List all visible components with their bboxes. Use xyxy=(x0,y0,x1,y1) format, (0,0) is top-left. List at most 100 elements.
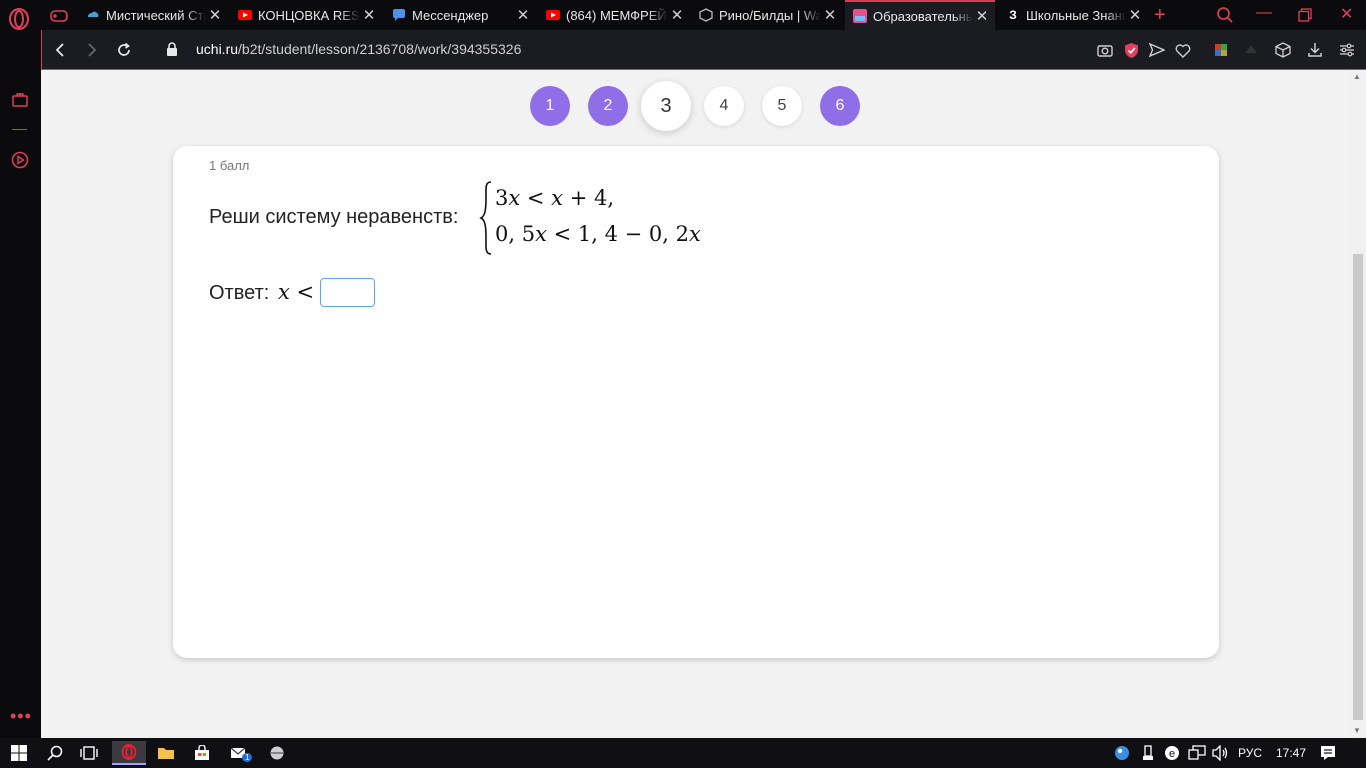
close-icon[interactable]: ✕ xyxy=(821,6,839,24)
opera-icon xyxy=(121,744,137,760)
scroll-up-icon[interactable]: ▲ xyxy=(1353,72,1361,81)
opera-logo-icon[interactable] xyxy=(7,7,31,31)
scroll-thumb[interactable] xyxy=(1353,254,1363,720)
scrollbar[interactable]: ▲ ▼ xyxy=(1350,70,1366,738)
extensions-button[interactable] xyxy=(1274,41,1292,59)
tab-rino[interactable]: Рино/Билды | Wa ✕ xyxy=(691,0,843,30)
answer-input[interactable] xyxy=(320,278,375,307)
tray-e-icon[interactable]: e xyxy=(1164,745,1180,761)
reload-button[interactable] xyxy=(114,40,134,60)
tab-resident[interactable]: КОНЦОВКА RESID ✕ xyxy=(230,0,382,30)
start-button[interactable] xyxy=(4,741,34,765)
tab-uchi-active[interactable]: Образовательный ✕ xyxy=(845,0,995,30)
search-tabs-icon[interactable] xyxy=(1216,6,1234,24)
answer-expression: x < xyxy=(278,280,315,304)
question-text: Реши систему неравенств: xyxy=(209,206,459,228)
tab-title: КОНЦОВКА RESID xyxy=(258,7,360,23)
ball-icon xyxy=(270,746,284,760)
snapshot-button[interactable] xyxy=(1096,41,1114,59)
close-icon[interactable]: ✕ xyxy=(360,6,378,24)
language-indicator[interactable]: РУС xyxy=(1238,746,1262,760)
url-path: /b2t/student/lesson/2136708/work/3943553… xyxy=(238,41,522,57)
close-icon[interactable]: ✕ xyxy=(1126,6,1144,24)
folder-icon xyxy=(158,748,174,759)
taskbar-mail[interactable]: 1 xyxy=(224,741,254,765)
taskbar-app[interactable] xyxy=(262,741,292,765)
clock[interactable]: 17:47 xyxy=(1276,746,1306,760)
gamepad-icon[interactable] xyxy=(46,6,72,26)
tab-bar: Мистический Стр ✕ КОНЦОВКА RESID ✕ Мессе… xyxy=(0,0,1366,30)
tab-title: Школьные Знани xyxy=(1026,7,1126,23)
tab-znanija[interactable]: З Школьные Знани ✕ xyxy=(998,0,1148,30)
step-6[interactable]: 6 xyxy=(820,86,860,126)
tab-messenger[interactable]: Мессенджер ✕ xyxy=(384,0,536,30)
back-button[interactable] xyxy=(50,40,70,60)
sidebar-item-workspaces[interactable] xyxy=(10,90,30,110)
tab-mystic[interactable]: Мистический Стр ✕ xyxy=(78,0,228,30)
notification-icon[interactable] xyxy=(1320,745,1336,761)
task-view-button[interactable] xyxy=(74,741,104,765)
download-icon xyxy=(1308,43,1322,57)
scroll-down-icon[interactable]: ▼ xyxy=(1353,726,1361,735)
cube-icon xyxy=(1275,42,1291,58)
usb-icon[interactable] xyxy=(1142,745,1154,761)
task-view-icon xyxy=(80,746,98,760)
close-icon[interactable]: ✕ xyxy=(668,6,686,24)
znanija-icon: З xyxy=(1009,8,1017,22)
step-3[interactable]: 3 xyxy=(641,81,691,131)
sidebar-item-player[interactable] xyxy=(10,150,30,170)
forward-button[interactable] xyxy=(82,40,102,60)
search-button[interactable] xyxy=(40,741,70,765)
step-5[interactable]: 5 xyxy=(762,86,802,126)
youtube-icon xyxy=(546,8,560,22)
taskbar: 1 e РУС 17:47 xyxy=(0,738,1366,768)
extension-button-2[interactable] xyxy=(1242,41,1260,59)
network-icon[interactable] xyxy=(1188,745,1206,761)
mail-badge: 1 xyxy=(242,753,253,762)
send-button[interactable] xyxy=(1148,41,1166,59)
new-tab-button[interactable]: + xyxy=(1154,4,1166,27)
windows-logo-icon xyxy=(11,745,27,761)
close-window-button[interactable]: ✕ xyxy=(1340,4,1353,24)
tab-title: Рино/Билды | Wa xyxy=(719,7,821,23)
cloud-icon xyxy=(86,8,100,22)
downloads-button[interactable] xyxy=(1306,41,1324,59)
easy-setup-button[interactable] xyxy=(1338,41,1356,59)
tab-title: Мессенджер xyxy=(412,7,489,23)
step-2[interactable]: 2 xyxy=(588,86,628,126)
play-circle-icon xyxy=(11,151,29,169)
minimize-button[interactable]: — xyxy=(1256,4,1272,22)
extension-button[interactable] xyxy=(1212,41,1230,59)
inequality-system: 3x < x + 4, 0, 5x < 1, 4 − 0, 2x xyxy=(479,180,701,256)
lock-icon[interactable] xyxy=(166,42,178,57)
step-1[interactable]: 1 xyxy=(530,86,570,126)
url-domain: uchi.ru xyxy=(196,41,239,57)
more-icon[interactable]: ••• xyxy=(10,706,32,727)
close-icon[interactable]: ✕ xyxy=(973,7,991,25)
task-card: 1 балл Реши систему неравенств: 3x < x +… xyxy=(173,146,1219,658)
svg-text:e: e xyxy=(1169,748,1175,760)
settings-sliders-icon xyxy=(1340,43,1354,57)
tab-title: Образовательный xyxy=(873,8,973,24)
taskbar-opera[interactable] xyxy=(112,741,146,765)
close-icon[interactable]: ✕ xyxy=(206,6,224,24)
tray-app-icon[interactable] xyxy=(1114,745,1130,761)
send-icon xyxy=(1149,42,1165,58)
volume-icon[interactable] xyxy=(1212,745,1230,761)
adblock-button[interactable] xyxy=(1122,41,1140,59)
reload-icon xyxy=(118,42,130,56)
step-4[interactable]: 4 xyxy=(704,86,744,126)
inequality-line-1: 3x < x + 4, xyxy=(495,186,614,210)
taskbar-explorer[interactable] xyxy=(151,741,181,765)
bookmark-button[interactable] xyxy=(1174,41,1192,59)
forward-arrow-icon xyxy=(88,43,97,57)
url-text[interactable]: uchi.ru/b2t/student/lesson/2136708/work/… xyxy=(196,41,521,57)
close-icon[interactable]: ✕ xyxy=(514,6,532,24)
restore-button[interactable] xyxy=(1298,8,1312,22)
address-bar: uchi.ru/b2t/student/lesson/2136708/work/… xyxy=(41,30,1366,70)
taskbar-store[interactable] xyxy=(187,741,217,765)
shield-icon xyxy=(1124,42,1138,58)
tab-memframe[interactable]: (864) МЕМФРЕЙМ ✕ xyxy=(538,0,690,30)
extension-cube-icon xyxy=(1215,44,1227,56)
answer-label: Ответ: xyxy=(209,282,270,304)
